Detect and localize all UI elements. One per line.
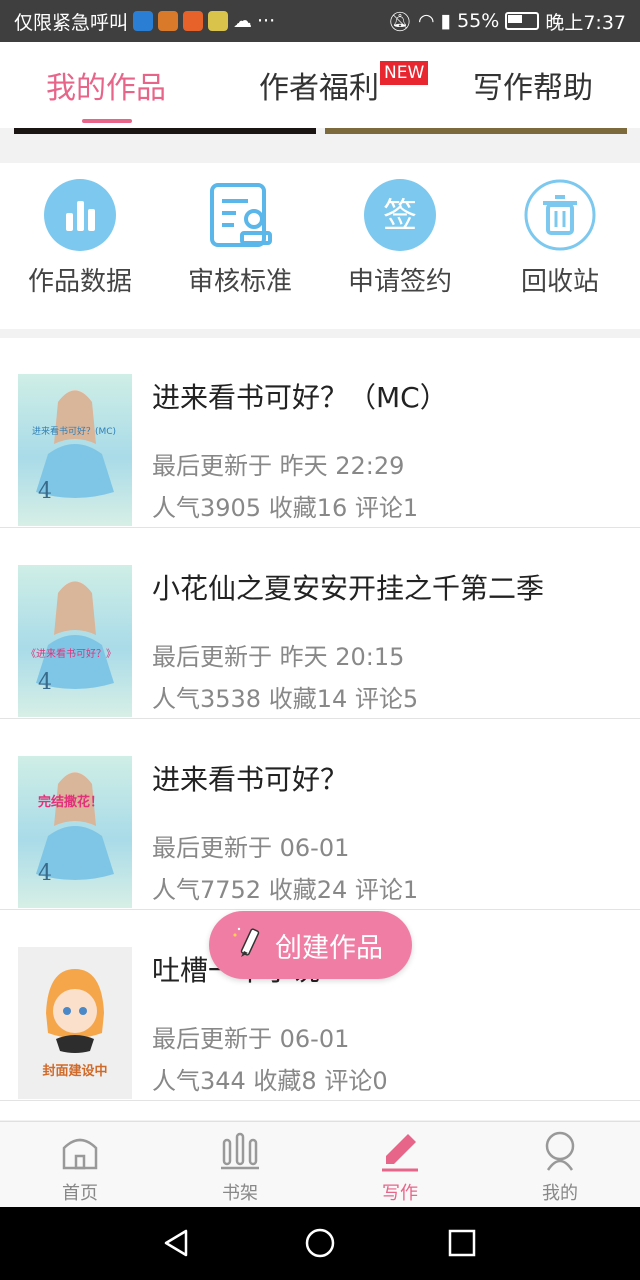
work-updated: 最后更新于 06-01 xyxy=(152,1025,350,1053)
quick-action-recycle-bin[interactable]: 回收站 xyxy=(480,163,640,329)
more-notifications: ··· xyxy=(257,10,276,32)
mute-icon: 🔕︎ xyxy=(387,10,413,33)
carrier-text: 仅限紧急呼叫 xyxy=(14,11,129,34)
work-cover[interactable]: 封面建设中 xyxy=(18,947,132,1099)
work-updated: 最后更新于 昨天 22:29 xyxy=(152,452,405,480)
work-item[interactable]: 4 完结撒花！ 进来看书可好？ 最后更新于 06-01 人气7752 收藏24 … xyxy=(0,720,640,910)
cover-placeholder-illustration: 封面建设中 xyxy=(42,969,108,1079)
cover-illustration: 4 进来看书可好？(MC) xyxy=(32,390,116,504)
bookshelf-icon xyxy=(221,1132,259,1170)
tab-writing-help[interactable]: 写作帮助 xyxy=(450,42,616,128)
signal-icon: ▮ xyxy=(440,10,452,32)
create-work-button[interactable]: 创建作品 xyxy=(209,911,412,979)
video-app-icon xyxy=(183,11,204,31)
work-stats: 人气3538 收藏14 评论5 xyxy=(152,685,419,713)
tab-label: 作者福利 xyxy=(259,71,379,106)
app-notification-icon xyxy=(158,11,179,31)
cover-title-text: 完结撒花！ xyxy=(38,794,103,810)
nav-home[interactable]: 首页 xyxy=(0,1122,160,1208)
nav-bookshelf[interactable]: 书架 xyxy=(160,1122,320,1208)
system-nav-bar xyxy=(0,1207,640,1280)
quick-action-label: 申请签约 xyxy=(347,267,452,297)
home-circle-icon[interactable] xyxy=(304,1227,336,1259)
work-title: 小花仙之夏安安开挂之千第二季 xyxy=(152,572,545,605)
bar-chart-icon xyxy=(44,179,116,251)
app-notification-icon xyxy=(208,11,229,31)
banner-image[interactable] xyxy=(14,128,316,134)
cover-placeholder-text: 封面建设中 xyxy=(42,1063,107,1079)
status-bar: 仅限紧急呼叫 ☁ ··· 🔕︎ ◠ ▮ 55% 晚上7:37 xyxy=(0,0,640,42)
quick-action-label: 回收站 xyxy=(520,267,599,297)
tab-my-works[interactable]: 我的作品 xyxy=(20,42,192,128)
sign-icon: 签 xyxy=(364,179,436,251)
work-stats: 人气344 收藏8 评论0 xyxy=(152,1067,388,1095)
cover-illustration: 4 完结撒花！ xyxy=(36,772,114,886)
work-item[interactable]: 4 《进来看书可好？》 小花仙之夏安安开挂之千第二季 最后更新于 昨天 20:1… xyxy=(0,529,640,719)
create-work-label: 创建作品 xyxy=(275,932,383,964)
nav-write[interactable]: 写作 xyxy=(320,1122,480,1208)
write-pencil-icon xyxy=(382,1134,418,1172)
work-title: 进来看书可好？ xyxy=(152,763,349,796)
quick-actions: 作品数据 审核标准 签 申请签约 回收站 xyxy=(0,163,640,329)
cover-volume: 4 xyxy=(38,861,52,886)
nav-mine[interactable]: 我的 xyxy=(480,1122,640,1208)
tab-author-benefits[interactable]: 作者福利 xyxy=(236,42,402,128)
cover-volume: 4 xyxy=(38,479,52,504)
work-cover[interactable]: 4 进来看书可好？(MC) xyxy=(18,374,132,526)
review-doc-icon xyxy=(210,183,272,247)
cover-title-text: 《进来看书可好？》 xyxy=(26,647,116,660)
cover-volume: 4 xyxy=(38,670,52,695)
wifi-icon: ◠ xyxy=(418,10,435,32)
recents-icon[interactable] xyxy=(446,1227,478,1259)
works-list: 4 进来看书可好？(MC) 进来看书可好？（MC） 最后更新于 昨天 22:29… xyxy=(0,338,640,1120)
work-cover[interactable]: 4 完结撒花！ xyxy=(18,756,132,908)
quick-action-review-standard[interactable]: 审核标准 xyxy=(160,163,320,329)
quick-action-label: 作品数据 xyxy=(27,267,132,297)
work-stats: 人气3905 收藏16 评论1 xyxy=(152,494,419,522)
work-item[interactable]: 4 进来看书可好？(MC) 进来看书可好？（MC） 最后更新于 昨天 22:29… xyxy=(0,338,640,528)
back-icon[interactable] xyxy=(160,1227,192,1259)
profile-icon xyxy=(545,1131,575,1171)
app-notification-icon xyxy=(133,11,154,31)
cover-illustration: 4 《进来看书可好？》 xyxy=(26,581,116,695)
work-title: 进来看书可好？（MC） xyxy=(152,381,448,414)
nav-label: 书架 xyxy=(222,1183,258,1204)
cover-title-text: 进来看书可好？(MC) xyxy=(32,425,116,437)
battery-percent: 55% xyxy=(457,10,500,32)
work-updated: 最后更新于 昨天 20:15 xyxy=(152,643,405,671)
pencil-icon xyxy=(233,927,260,957)
home-icon xyxy=(62,1138,98,1170)
quick-action-label: 审核标准 xyxy=(187,267,292,297)
work-stats: 人气7752 收藏24 评论1 xyxy=(152,876,419,904)
nav-label: 首页 xyxy=(62,1183,98,1204)
tab-label: 写作帮助 xyxy=(473,71,593,106)
new-badge: NEW xyxy=(380,61,429,85)
sign-icon-text: 签 xyxy=(383,196,417,236)
tab-label: 我的作品 xyxy=(46,71,166,106)
weather-icon: ☁ xyxy=(233,10,253,32)
top-tab-bar: 我的作品 作者福利 写作帮助 xyxy=(0,42,640,128)
active-tab-indicator xyxy=(82,119,132,123)
quick-action-apply-contract[interactable]: 签 申请签约 xyxy=(320,163,480,329)
bottom-nav: 首页 书架 写作 我的 xyxy=(0,1121,640,1207)
nav-label: 写作 xyxy=(382,1183,418,1204)
clock: 晚上7:37 xyxy=(545,11,626,34)
nav-label: 我的 xyxy=(542,1183,578,1204)
trash-icon xyxy=(524,179,596,251)
work-cover[interactable]: 4 《进来看书可好？》 xyxy=(18,565,132,717)
work-updated: 最后更新于 06-01 xyxy=(152,834,350,862)
battery-icon xyxy=(505,12,540,30)
banner-image[interactable] xyxy=(325,128,627,134)
quick-action-work-data[interactable]: 作品数据 xyxy=(0,163,160,329)
